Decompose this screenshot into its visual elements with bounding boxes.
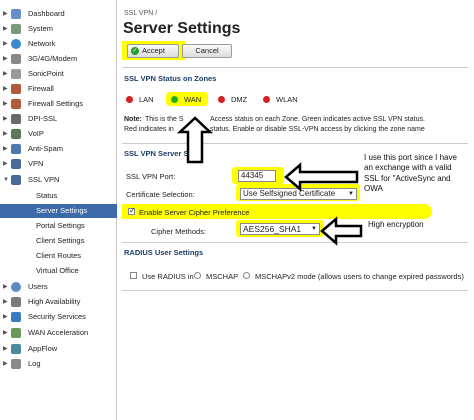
annotation-cipher-note: High encryption	[368, 220, 424, 229]
annotation-port-note: I use this port since I have an exchange…	[364, 153, 457, 193]
up-arrow-icon	[176, 116, 214, 164]
left-arrow-icon	[284, 162, 359, 192]
annotation-overlay	[176, 116, 363, 246]
left-arrow-icon	[320, 216, 363, 246]
